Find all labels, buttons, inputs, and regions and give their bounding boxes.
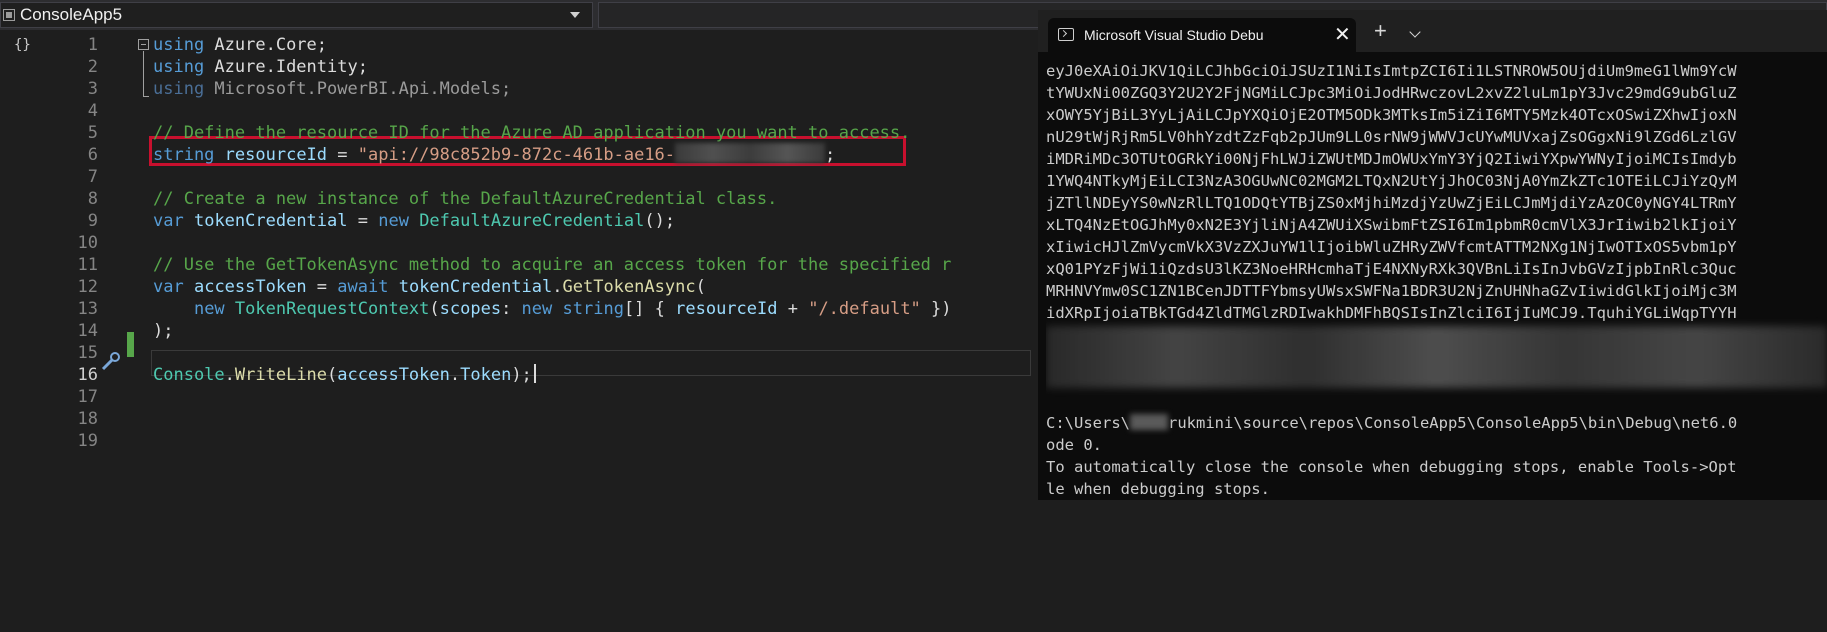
console-titlebar[interactable]: Microsoft Visual Studio Debu ✕ + xyxy=(1038,10,1827,52)
exit-path-line: C:\Users\ rukmini\source\repos\ConsoleApp… xyxy=(1046,414,1738,432)
text-caret xyxy=(533,364,536,383)
auto-close-hint-line: To automatically close the console when … xyxy=(1046,458,1737,476)
redacted-token-region xyxy=(1046,326,1827,388)
redacted-username xyxy=(1130,414,1168,430)
project-dropdown-label: ConsoleApp5 xyxy=(20,5,123,24)
token-output-line: nU29tWjRjRm5LV0hhYzdtZzFqb2pJUm9LL0srNW9… xyxy=(1046,128,1737,146)
token-output-line: idXRpIjoiaTBkTGd4ZldTMGlzRDIwakhDMFhBQSI… xyxy=(1046,304,1737,322)
console-tab[interactable]: Microsoft Visual Studio Debu ✕ xyxy=(1048,18,1356,52)
token-output-line: xLTQ4NzEtOGJhMy0xN2E3YjliNjA4ZWUiXSwibmF… xyxy=(1046,216,1737,234)
code-line-13: new TokenRequestContext(scopes: new stri… xyxy=(193,299,952,319)
token-output-line: xQ01PYzFjWi1iQzdsU3lKZ3NoeHRHcmhaTjE4NXN… xyxy=(1046,260,1737,278)
token-output-line: iMDRiMDc3OTUtOGRkYi00NjFhLWJiZWUtMDJmOWU… xyxy=(1046,150,1737,168)
console-output[interactable]: eyJ0eXAiOiJKV1QiLCJhbGciOiJSUzI1NiIsImtp… xyxy=(1046,60,1827,500)
change-tracking-bar xyxy=(127,332,134,357)
project-dropdown[interactable]: ConsoleApp5 xyxy=(0,2,593,28)
token-output-line: tYWUxNi00ZGQ3Y2U2Y2FjNGMiLCJpc3MiOiJodHR… xyxy=(1046,84,1737,102)
collapse-region-icon[interactable] xyxy=(138,39,149,50)
code-line-6: string resourceId = "api://98c852b9-872c… xyxy=(153,143,836,165)
token-output-line: MRHNVYmw0SC1ZN1BCenJDTTFYbmsyUWsxSWFNa1B… xyxy=(1046,282,1737,300)
token-output-line: eyJ0eXAiOiJKV1QiLCJhbGciOiJSUzI1NiIsImtp… xyxy=(1046,62,1737,80)
new-tab-button[interactable]: + xyxy=(1374,20,1387,42)
code-line-16: Console.WriteLine(accessToken.Token); xyxy=(153,363,536,388)
csharp-project-icon xyxy=(3,9,15,21)
line-number: 19 xyxy=(77,431,98,451)
outline-region-end xyxy=(143,96,149,97)
console-tab-title: Microsoft Visual Studio Debu xyxy=(1084,27,1264,43)
outline-region-line xyxy=(143,51,144,96)
debug-console-window[interactable]: Microsoft Visual Studio Debu ✕ + eyJ0eXA… xyxy=(1038,10,1827,500)
auto-close-hint-line: le when debugging stops. xyxy=(1046,480,1270,498)
redacted-text xyxy=(675,143,826,163)
token-output-line: xOWY5YjBiL3YyLjAiLCJpYXQiOjE2OTM5ODk3MTk… xyxy=(1046,106,1737,124)
token-output-line: 1YWQ4NTkyMjEiLCI3NzA3OGUwNC02MGM2LTQxN2U… xyxy=(1046,172,1737,190)
chevron-down-icon[interactable] xyxy=(1409,26,1421,38)
close-icon[interactable]: ✕ xyxy=(1334,22,1351,47)
exit-code-line: ode 0. xyxy=(1046,436,1102,454)
code-line-3: using Microsoft.PowerBI.Api.Models; xyxy=(153,79,512,99)
terminal-icon xyxy=(1058,28,1074,41)
token-output-line: jZTllNDEyYS0wNzRlLTQ1ODQtYTBjZS0xMjhiMzd… xyxy=(1046,194,1737,212)
chevron-down-icon[interactable] xyxy=(570,12,580,18)
quick-actions-screwdriver-icon[interactable] xyxy=(100,350,122,372)
code-line-9: var tokenCredential = new DefaultAzureCr… xyxy=(153,211,676,231)
code-line-14: ); xyxy=(153,321,174,341)
token-output-line: xIiwicHJlZmVycmVkX3VzZXJuYW1lIjoibWluZHR… xyxy=(1046,238,1737,256)
